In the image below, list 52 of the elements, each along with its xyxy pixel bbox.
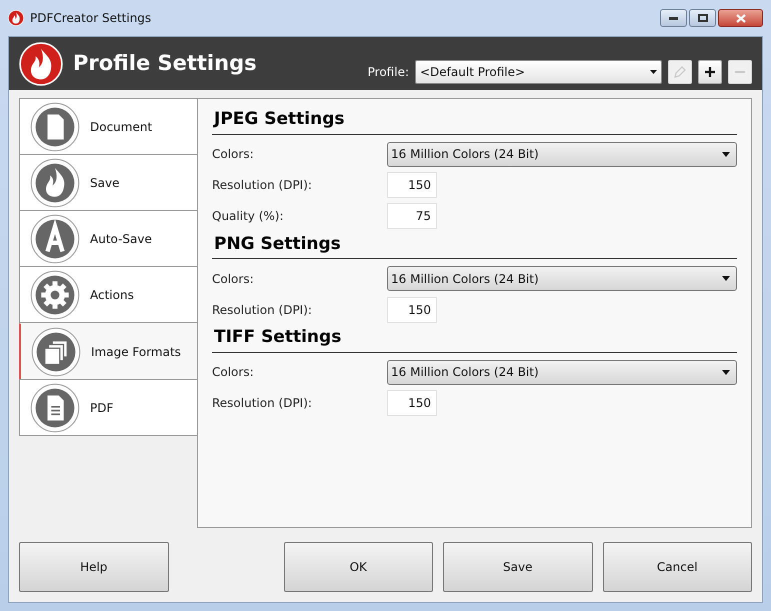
footer-button[interactable]: Help [19,542,168,592]
field-label: Colors: [212,270,255,288]
field-label: Quality (%): [212,208,285,225]
number-field[interactable]: 75 [387,203,437,229]
pdf-icon [30,382,80,432]
section-heading: PNG Settings [212,232,737,259]
minimize-button[interactable] [660,9,687,27]
flame-icon [30,158,80,208]
window-title: PDFCreator Settings [30,10,152,27]
colors-dropdown[interactable]: 16 Million Colors (24 Bit) [387,360,737,384]
header-title: Profile Settings [73,50,258,77]
sidebar-item[interactable]: Image Formats [19,323,197,380]
profile-dropdown[interactable]: <Default Profile> [415,60,662,84]
maximize-icon [698,14,708,22]
profile-label: Profile: [368,64,409,81]
images-icon [31,326,81,376]
colors-dropdown[interactable]: 16 Million Colors (24 Bit) [387,142,737,166]
field-label: Resolution (DPI): [212,177,313,194]
maximize-button[interactable] [689,9,716,27]
number-field[interactable]: 150 [387,172,437,198]
add-profile-button[interactable] [698,60,722,84]
minimize-icon [669,16,678,20]
sidebar-item[interactable]: Actions [19,266,197,323]
flame-logo-icon [19,42,63,86]
close-icon [736,14,746,22]
colors-dropdown[interactable]: 16 Million Colors (24 Bit) [387,266,737,291]
dropdown-arrow-icon [650,70,657,74]
field-label: Resolution (DPI): [212,395,313,412]
dropdown-arrow-icon [722,152,730,156]
sidebar-item[interactable]: Save [19,154,197,211]
dropdown-arrow-icon [722,370,730,374]
app-logo-icon [8,10,24,26]
sidebar-item[interactable]: PDF [19,379,197,436]
sidebar-item[interactable]: Document [19,98,197,155]
section-heading: JPEG Settings [212,107,737,134]
dropdown-arrow-icon [722,276,730,281]
pencil-icon [673,65,687,79]
plus-icon [704,66,716,78]
gear-icon [30,270,80,320]
field-label: Colors: [212,364,255,381]
close-button[interactable] [718,9,763,27]
letter-icon [30,214,80,264]
footer-button[interactable]: Save [443,542,592,592]
footer-button[interactable]: OK [284,542,433,592]
number-field[interactable]: 150 [387,296,437,322]
field-label: Colors: [212,146,255,163]
field-label: Resolution (DPI): [212,302,313,318]
sidebar-item[interactable]: Auto-Save [19,210,197,267]
document-icon [30,102,80,152]
number-field[interactable]: 150 [387,390,437,416]
section-heading: TIFF Settings [212,325,737,352]
footer-button[interactable]: Cancel [602,542,752,592]
